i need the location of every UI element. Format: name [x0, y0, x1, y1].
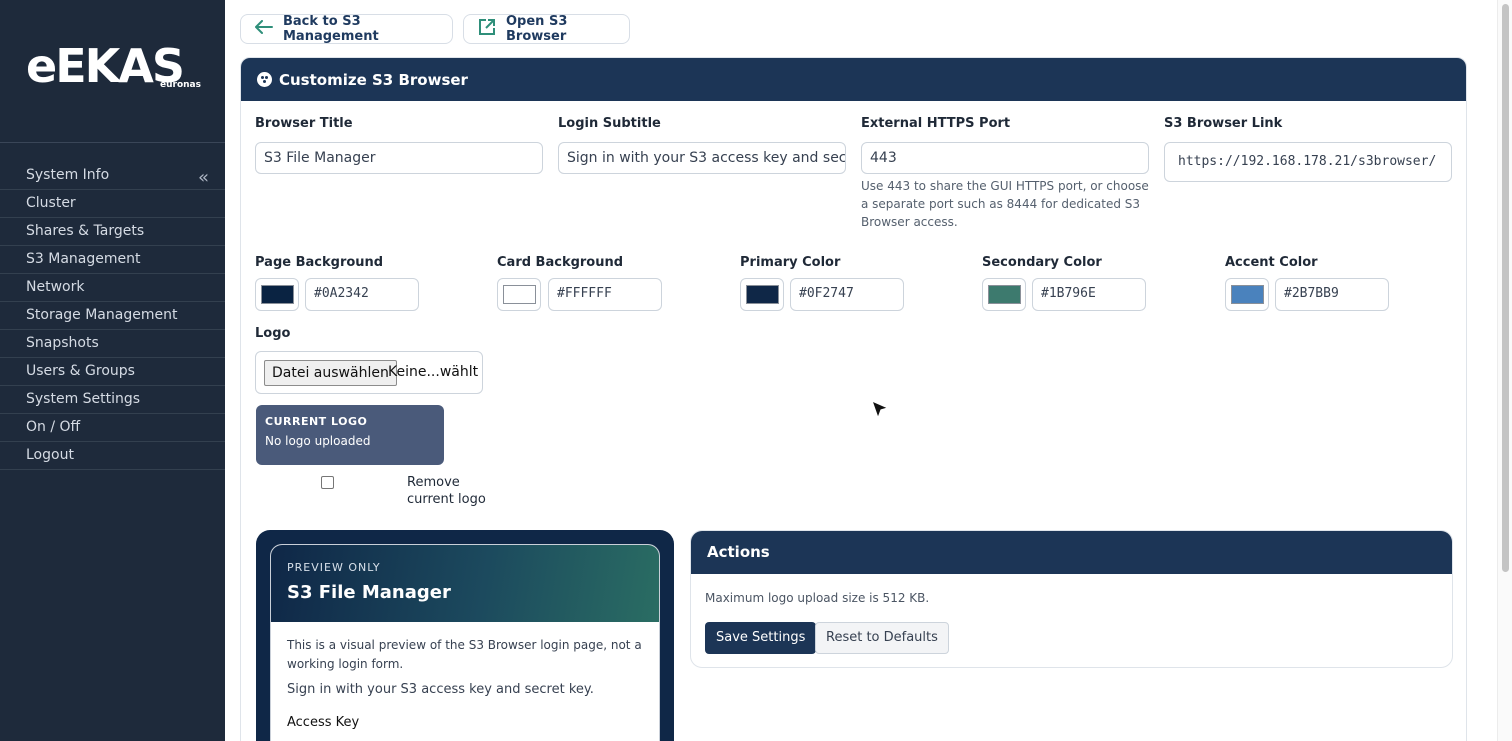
sidebar-item-label: System Settings — [26, 391, 141, 407]
sidebar-item-storage-management[interactable]: Storage Management — [0, 302, 225, 330]
sidebar-item-users-groups[interactable]: Users & Groups — [0, 358, 225, 386]
browser-title-label: Browser Title — [255, 116, 353, 131]
logo-file-input: Datei auswählen Keine...wählt — [255, 351, 483, 394]
current-logo-panel: CURRENT LOGO No logo uploaded — [256, 405, 444, 465]
card-background-swatch — [503, 285, 536, 304]
external-link-icon — [478, 18, 496, 40]
remove-logo-label: Remove current logo — [407, 475, 486, 507]
sidebar-item-on-off[interactable]: On / Off — [0, 414, 225, 442]
sidebar-item-label: Users & Groups — [26, 363, 135, 379]
sidebar-item-label: Network — [26, 279, 85, 295]
preview-title: S3 File Manager — [287, 582, 451, 603]
login-subtitle-label: Login Subtitle — [558, 116, 661, 131]
sidebar-item-label: Shares & Targets — [26, 223, 145, 239]
accent-color-picker[interactable] — [1225, 278, 1269, 311]
sidebar-item-label: System Info — [26, 167, 110, 183]
open-button-label: Open S3 Browser — [506, 14, 568, 44]
sidebar-item-network[interactable]: Network — [0, 274, 225, 302]
page-background-color-picker[interactable] — [255, 278, 299, 311]
arrow-left-icon — [255, 20, 273, 38]
primary-color-picker[interactable] — [740, 278, 784, 311]
preview-subtitle: Sign in with your S3 access key and secr… — [287, 682, 594, 697]
card-background-label: Card Background — [497, 255, 624, 270]
current-logo-title: CURRENT LOGO — [265, 415, 368, 428]
logo-label: Logo — [255, 326, 291, 341]
preview-card: PREVIEW ONLY S3 File Manager This is a v… — [270, 544, 660, 741]
card-header: Customize S3 Browser — [241, 58, 1466, 101]
preview-hero: PREVIEW ONLY S3 File Manager — [271, 545, 659, 622]
sidebar-item-label: Logout — [26, 447, 74, 463]
accent-color-swatch — [1231, 285, 1264, 304]
reset-defaults-button[interactable]: Reset to Defaults — [815, 622, 949, 654]
secondary-color-swatch — [988, 285, 1021, 304]
page-background-label: Page Background — [255, 255, 384, 270]
file-status-text: Keine...wählt — [388, 364, 479, 380]
sidebar-nav: System Info Cluster Shares & Targets S3 … — [0, 162, 225, 470]
sidebar-item-label: Storage Management — [26, 307, 178, 323]
accent-color-label: Accent Color — [1225, 255, 1318, 270]
preview-access-key-label: Access Key — [287, 715, 360, 730]
secondary-color-picker[interactable] — [982, 278, 1026, 311]
save-settings-button[interactable]: Save Settings — [705, 622, 817, 654]
actions-title: Actions — [691, 531, 1452, 574]
brand-sub-logo: euronas — [160, 80, 201, 90]
sidebar-item-label: On / Off — [26, 419, 81, 435]
sidebar-item-system-info[interactable]: System Info — [0, 162, 225, 190]
card-background-hex-input[interactable]: #FFFFFF — [548, 278, 662, 311]
card-background-color-picker[interactable] — [497, 278, 541, 311]
sidebar-item-label: Cluster — [26, 195, 76, 211]
sidebar-item-system-settings[interactable]: System Settings — [0, 386, 225, 414]
https-port-label: External HTTPS Port — [861, 116, 1011, 131]
remove-logo-checkbox[interactable] — [321, 476, 334, 489]
preview-frame: PREVIEW ONLY S3 File Manager This is a v… — [256, 530, 674, 741]
sidebar-item-cluster[interactable]: Cluster — [0, 190, 225, 218]
sidebar-item-snapshots[interactable]: Snapshots — [0, 330, 225, 358]
primary-color-swatch — [746, 285, 779, 304]
back-button-label: Back to S3 Management — [283, 14, 379, 44]
preview-body: This is a visual preview of the S3 Brows… — [271, 622, 659, 741]
choose-file-button[interactable]: Datei auswählen — [264, 360, 397, 386]
preview-note: This is a visual preview of the S3 Brows… — [287, 638, 642, 671]
sidebar-item-label: Snapshots — [26, 335, 99, 351]
sidebar-item-s3-management[interactable]: S3 Management — [0, 246, 225, 274]
scrollbar-thumb[interactable] — [1502, 4, 1509, 572]
upload-size-note: Maximum logo upload size is 512 KB. — [705, 591, 930, 605]
https-port-help: Use 443 to share the GUI HTTPS port, or … — [861, 179, 1149, 229]
login-subtitle-input[interactable]: Sign in with your S3 access key and secr… — [558, 142, 846, 174]
current-logo-status: No logo uploaded — [265, 434, 371, 448]
browser-title-input[interactable]: S3 File Manager — [255, 142, 543, 174]
open-s3-browser-button[interactable]: Open S3 Browser — [463, 14, 630, 44]
secondary-color-label: Secondary Color — [982, 255, 1102, 270]
page-background-swatch — [261, 285, 294, 304]
logo-area: eEKAS euronas — [0, 0, 225, 143]
actions-panel: Actions Maximum logo upload size is 512 … — [690, 530, 1453, 668]
sidebar-item-shares-targets[interactable]: Shares & Targets — [0, 218, 225, 246]
card-title: Customize S3 Browser — [279, 70, 468, 89]
primary-color-hex-input[interactable]: #0F2747 — [790, 278, 904, 311]
palette-icon — [257, 72, 272, 87]
back-to-s3-management-button[interactable]: Back to S3 Management — [240, 14, 453, 44]
sidebar-item-label: S3 Management — [26, 251, 141, 267]
primary-color-label: Primary Color — [740, 255, 841, 270]
https-port-input[interactable]: 443 — [861, 142, 1149, 174]
s3-browser-link-field[interactable]: https://192.168.178.21/s3browser/ — [1164, 142, 1452, 182]
page-scrollbar[interactable] — [1497, 0, 1512, 741]
accent-color-hex-input[interactable]: #2B7BB9 — [1275, 278, 1389, 311]
page-background-hex-input[interactable]: #0A2342 — [305, 278, 419, 311]
s3-browser-link-label: S3 Browser Link — [1164, 116, 1283, 131]
sidebar: eEKAS euronas « System Info Cluster Shar… — [0, 0, 225, 741]
secondary-color-hex-input[interactable]: #1B796E — [1032, 278, 1146, 311]
preview-badge: PREVIEW ONLY — [287, 561, 381, 574]
sidebar-item-logout[interactable]: Logout — [0, 442, 225, 470]
